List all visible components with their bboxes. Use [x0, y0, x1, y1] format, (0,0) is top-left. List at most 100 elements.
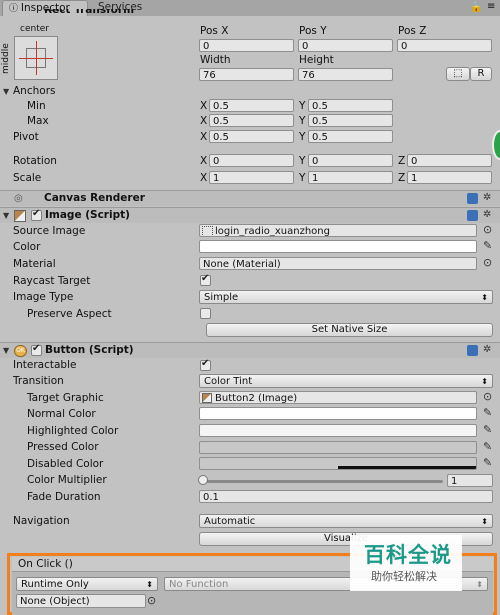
interactable-checkbox[interactable]	[200, 358, 211, 371]
raycast-target-label: Raycast Target	[13, 275, 91, 287]
image-component-header[interactable]: ▼ Image (Script) ✲	[0, 207, 500, 223]
image-object-icon	[202, 393, 212, 403]
object-picker-icon[interactable]: ⊙	[147, 595, 159, 607]
axis-x-label: X	[200, 100, 208, 112]
preserve-aspect-checkbox[interactable]	[200, 308, 211, 319]
material-field[interactable]: None (Material)	[199, 257, 477, 270]
transition-dropdown[interactable]: Color Tint ⬍	[199, 374, 493, 388]
axis-x-label: X	[200, 155, 208, 167]
anchor-preset-top-label: center	[20, 24, 49, 34]
blueprint-icon: ⬚	[453, 68, 463, 79]
source-image-field[interactable]: login_radio_xuanzhong	[199, 224, 477, 237]
green-side-badge	[492, 130, 500, 160]
pivot-y-field[interactable]: 0.5	[308, 130, 393, 143]
object-picker-icon[interactable]: ⊙	[483, 257, 495, 269]
normal-color-label: Normal Color	[27, 408, 96, 420]
anchor-max-y-field[interactable]: 0.5	[308, 114, 393, 127]
width-header: Width	[200, 54, 231, 66]
eyedropper-icon[interactable]: ✎	[483, 240, 495, 252]
watermark-subtitle: 助你轻松解决	[371, 570, 437, 583]
watermark-title: 百科全说	[364, 543, 452, 567]
set-native-size-button[interactable]: Set Native Size	[206, 323, 493, 337]
raw-edit-button[interactable]: R	[470, 67, 492, 81]
color-swatch[interactable]	[199, 240, 477, 253]
anchors-min-label: Min	[27, 100, 46, 112]
gear-icon[interactable]: ✲	[483, 192, 491, 203]
pos-z-field[interactable]: 0	[397, 39, 492, 52]
image-enabled-checkbox[interactable]	[31, 208, 42, 221]
pos-z-header: Pos Z	[398, 25, 427, 37]
target-graphic-field[interactable]: Button2 (Image)	[199, 391, 477, 404]
dropdown-arrow-icon: ⬍	[146, 580, 153, 589]
help-icon[interactable]	[467, 193, 478, 204]
image-foldout-icon[interactable]: ▼	[3, 211, 9, 220]
scale-z-field[interactable]: 1	[407, 171, 492, 184]
source-image-label: Source Image	[13, 225, 86, 237]
eyedropper-icon[interactable]: ✎	[483, 441, 495, 453]
scale-label: Scale	[13, 172, 42, 184]
rotation-x-field[interactable]: 0	[209, 154, 294, 167]
button-enabled-checkbox[interactable]	[31, 343, 42, 356]
anchor-min-x-field[interactable]: 0.5	[209, 99, 294, 112]
axis-x-label: X	[200, 172, 208, 184]
material-label: Material	[13, 258, 56, 270]
pressed-color-swatch[interactable]	[199, 441, 477, 454]
scale-y-field[interactable]: 1	[308, 171, 393, 184]
rotation-z-field[interactable]: 0	[407, 154, 492, 167]
highlighted-color-swatch[interactable]	[199, 424, 477, 437]
blueprint-mode-button[interactable]: ⬚	[446, 67, 470, 81]
anchors-max-label: Max	[27, 115, 49, 127]
eyedropper-icon[interactable]: ✎	[483, 424, 495, 436]
height-field[interactable]: 76	[298, 68, 393, 81]
raycast-target-checkbox[interactable]	[200, 273, 211, 286]
width-field[interactable]: 76	[199, 68, 294, 81]
help-icon[interactable]	[467, 345, 478, 356]
pos-x-field[interactable]: 0	[199, 39, 294, 52]
fade-duration-label: Fade Duration	[27, 491, 101, 503]
object-picker-icon[interactable]: ⊙	[483, 224, 495, 236]
axis-y-label: Y	[299, 131, 306, 143]
canvas-renderer-header[interactable]: ◎ Canvas Renderer ✲	[0, 190, 500, 206]
scale-x-field[interactable]: 1	[209, 171, 294, 184]
panel-menu-icon[interactable]: ≡	[487, 1, 495, 12]
button-component-icon: OK	[14, 345, 27, 357]
object-picker-icon[interactable]: ⊙	[483, 391, 495, 403]
normal-color-swatch[interactable]	[199, 407, 477, 420]
anchor-preset-vline	[36, 41, 37, 75]
button-component-header[interactable]: ▼ OK Button (Script) ✲	[0, 342, 500, 358]
anchors-foldout-icon[interactable]: ▼	[3, 87, 9, 96]
height-header: Height	[299, 54, 334, 66]
fade-duration-field[interactable]: 0.1	[199, 490, 493, 503]
lock-icon[interactable]: 🔒	[470, 2, 482, 13]
gear-icon[interactable]: ✲	[483, 209, 491, 220]
color-multiplier-slider-track[interactable]	[203, 480, 443, 483]
button-foldout-icon[interactable]: ▼	[3, 346, 9, 355]
image-component-icon	[14, 210, 26, 222]
eyedropper-icon[interactable]: ✎	[483, 457, 495, 469]
gear-icon[interactable]: ✲	[483, 344, 491, 355]
disabled-color-swatch[interactable]	[199, 457, 477, 470]
rotation-label: Rotation	[13, 155, 57, 167]
eyedropper-icon[interactable]: ✎	[483, 407, 495, 419]
on-click-object-field[interactable]: None (Object)	[16, 594, 146, 608]
inspector-icon: ⓘ	[9, 4, 21, 14]
anchor-min-y-field[interactable]: 0.5	[308, 99, 393, 112]
navigation-dropdown[interactable]: Automatic ⬍	[199, 514, 493, 528]
pos-x-header: Pos X	[200, 25, 229, 37]
color-multiplier-slider-thumb[interactable]	[198, 475, 208, 485]
pivot-x-field[interactable]: 0.5	[209, 130, 294, 143]
axis-x-label: X	[200, 115, 208, 127]
pos-y-field[interactable]: 0	[298, 39, 393, 52]
color-multiplier-field[interactable]: 1	[447, 474, 493, 487]
dropdown-arrow-icon: ⬍	[476, 580, 483, 589]
runtime-only-dropdown[interactable]: Runtime Only ⬍	[16, 577, 158, 591]
rotation-y-field[interactable]: 0	[308, 154, 393, 167]
anchor-max-x-field[interactable]: 0.5	[209, 114, 294, 127]
interactable-label: Interactable	[13, 359, 77, 371]
image-type-dropdown[interactable]: Simple ⬍	[199, 290, 493, 304]
axis-x-label: X	[200, 131, 208, 143]
on-click-title: On Click ()	[18, 558, 73, 570]
help-icon[interactable]	[467, 210, 478, 221]
preserve-aspect-label: Preserve Aspect	[27, 308, 112, 320]
anchor-preset-button[interactable]	[14, 36, 58, 80]
